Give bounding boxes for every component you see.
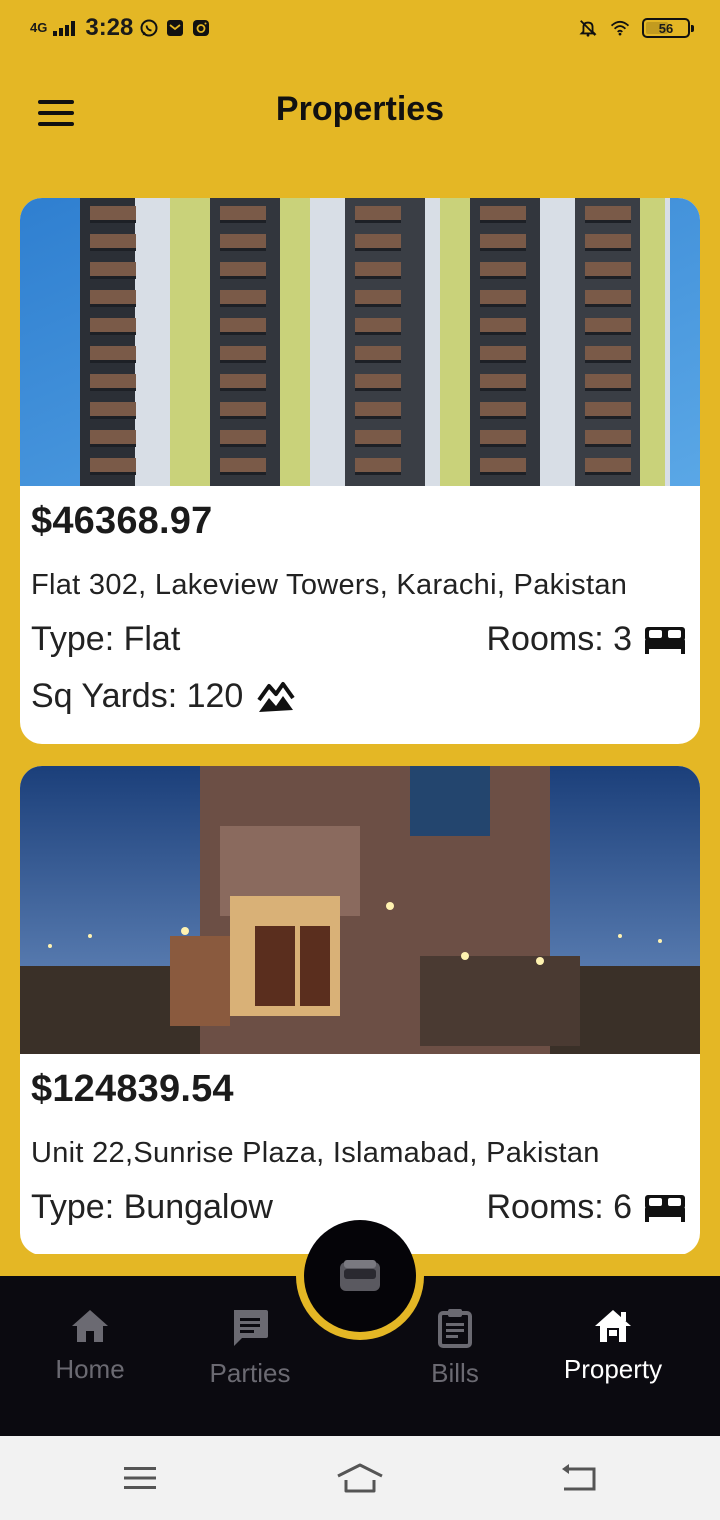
wallet-fab-button[interactable] bbox=[304, 1220, 416, 1332]
bed-icon bbox=[645, 626, 685, 654]
home-outline-icon[interactable] bbox=[335, 1458, 385, 1498]
nav-label-property: Property bbox=[563, 1354, 663, 1384]
area-terrain-icon bbox=[257, 681, 295, 712]
nav-item-home[interactable]: Home bbox=[10, 1308, 170, 1385]
nav-label-bills: Bills bbox=[431, 1358, 479, 1388]
nav-item-parties[interactable]: Parties bbox=[170, 1308, 330, 1389]
status-bar: 4G 3:28 56 bbox=[0, 0, 720, 56]
property-price: $124839.54 bbox=[31, 1068, 234, 1110]
bed-icon bbox=[645, 1194, 685, 1222]
property-house-icon bbox=[595, 1310, 631, 1342]
wallet-icon bbox=[340, 1260, 380, 1291]
network-type: 4G bbox=[30, 20, 48, 35]
home-icon bbox=[72, 1310, 108, 1342]
property-address: Unit 22,Sunrise Plaza, Islamabad, Pakist… bbox=[31, 1137, 600, 1169]
chat-icon bbox=[234, 1310, 268, 1346]
property-list[interactable]: $46368.97 Flat 302, Lakeview Towers, Kar… bbox=[20, 198, 700, 1254]
property-type: Type: Bungalow bbox=[31, 1188, 273, 1226]
nav-label-parties: Parties bbox=[209, 1358, 291, 1388]
property-type: Type: Flat bbox=[31, 620, 181, 658]
signal-icon bbox=[53, 20, 76, 36]
instagram-icon bbox=[191, 18, 211, 38]
status-time: 3:28 bbox=[85, 14, 134, 41]
mail-icon bbox=[165, 18, 185, 38]
app-bar: Properties bbox=[0, 70, 720, 156]
wifi-icon bbox=[610, 18, 630, 38]
battery-indicator: 56 bbox=[642, 18, 694, 38]
nav-item-property[interactable]: Property bbox=[533, 1308, 693, 1385]
back-icon[interactable] bbox=[553, 1458, 603, 1498]
property-sq-yards: Sq Yards: 120 bbox=[31, 677, 244, 715]
menu-lines-icon[interactable] bbox=[115, 1458, 165, 1498]
property-rooms: Rooms: 3 bbox=[486, 620, 633, 658]
bungalow-night-photo bbox=[20, 766, 700, 1054]
property-price: $46368.97 bbox=[31, 500, 213, 542]
whatsapp-icon bbox=[139, 18, 159, 38]
nav-item-bills[interactable]: Bills bbox=[375, 1308, 535, 1389]
nav-label-home: Home bbox=[55, 1354, 125, 1384]
property-address: Flat 302, Lakeview Towers, Karachi, Paki… bbox=[31, 569, 628, 601]
system-navigation-bar bbox=[0, 1436, 720, 1520]
property-card[interactable]: $46368.97 Flat 302, Lakeview Towers, Kar… bbox=[20, 198, 700, 744]
mute-bell-icon bbox=[578, 18, 598, 38]
battery-level: 56 bbox=[658, 20, 674, 36]
clipboard-icon bbox=[438, 1309, 472, 1348]
apartment-tower-photo bbox=[20, 198, 700, 486]
property-rooms: Rooms: 6 bbox=[486, 1188, 633, 1226]
property-card[interactable]: $124839.54 Unit 22,Sunrise Plaza, Islama… bbox=[20, 766, 700, 1254]
page-title: Properties bbox=[275, 90, 445, 128]
